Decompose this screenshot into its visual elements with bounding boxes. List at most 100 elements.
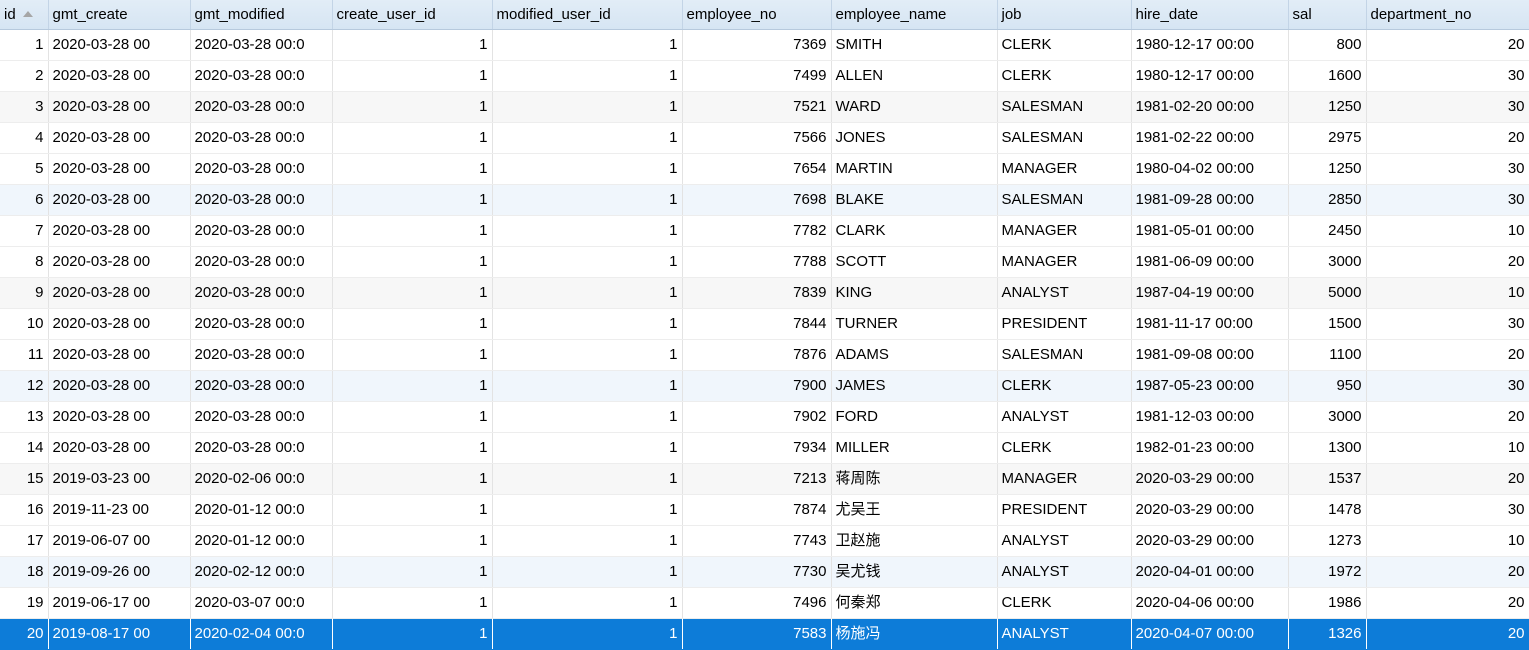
cell-gmt_create[interactable]: 2019-06-07 00 (48, 525, 191, 557)
cell-modified_user_id[interactable]: 1 (492, 618, 683, 650)
table-row[interactable]: 14 2020-03-28 00 2020-03-28 00:0 1 1 7934 MILL… (0, 432, 1529, 464)
cell-gmt_modified[interactable]: 2020-03-28 00:0 (190, 91, 333, 123)
cell-gmt_create[interactable]: 2020-03-28 00 (48, 153, 191, 185)
cell-department_no[interactable]: 20 (1366, 587, 1529, 619)
cell-gmt_create[interactable]: 2020-03-28 00 (48, 29, 191, 61)
table-row[interactable]: 7 2020-03-28 00 2020-03-28 00:0 1 1 7782 CLARK… (0, 215, 1529, 247)
cell-department_no[interactable]: 10 (1366, 277, 1529, 309)
cell-employee_no[interactable]: 7874 (682, 494, 832, 526)
cell-create_user_id[interactable]: 1 (332, 153, 493, 185)
cell-gmt_modified[interactable]: 2020-03-28 00:0 (190, 432, 333, 464)
cell-hire_date[interactable]: 1981-05-01 00:00 (1131, 215, 1289, 247)
table-row[interactable]: 15 2019-03-23 00 2020-02-06 00:0 1 1 7213 蒋周陈 M… (0, 463, 1529, 495)
column-header-employee_name[interactable]: employee_name (831, 0, 998, 30)
cell-job[interactable]: ANALYST (997, 556, 1132, 588)
cell-employee_name[interactable]: 吴尤钱 (831, 556, 998, 588)
cell-modified_user_id[interactable]: 1 (492, 215, 683, 247)
cell-hire_date[interactable]: 1980-12-17 00:00 (1131, 29, 1289, 61)
cell-gmt_modified[interactable]: 2020-03-28 00:0 (190, 401, 333, 433)
cell-job[interactable]: SALESMAN (997, 339, 1132, 371)
cell-modified_user_id[interactable]: 1 (492, 556, 683, 588)
column-header-create_user_id[interactable]: create_user_id (332, 0, 493, 30)
cell-employee_name[interactable]: JONES (831, 122, 998, 154)
cell-gmt_modified[interactable]: 2020-03-28 00:0 (190, 370, 333, 402)
cell-hire_date[interactable]: 2020-03-29 00:00 (1131, 463, 1289, 495)
cell-employee_name[interactable]: FORD (831, 401, 998, 433)
cell-modified_user_id[interactable]: 1 (492, 277, 683, 309)
cell-sal[interactable]: 3000 (1288, 246, 1367, 278)
cell-id[interactable]: 20 (0, 618, 49, 650)
cell-modified_user_id[interactable]: 1 (492, 60, 683, 92)
cell-job[interactable]: PRESIDENT (997, 308, 1132, 340)
cell-employee_name[interactable]: MARTIN (831, 153, 998, 185)
cell-create_user_id[interactable]: 1 (332, 339, 493, 371)
cell-job[interactable]: SALESMAN (997, 122, 1132, 154)
cell-modified_user_id[interactable]: 1 (492, 246, 683, 278)
cell-hire_date[interactable]: 1981-06-09 00:00 (1131, 246, 1289, 278)
cell-employee_name[interactable]: CLARK (831, 215, 998, 247)
cell-employee_no[interactable]: 7499 (682, 60, 832, 92)
cell-id[interactable]: 2 (0, 60, 49, 92)
cell-employee_name[interactable]: MILLER (831, 432, 998, 464)
cell-create_user_id[interactable]: 1 (332, 60, 493, 92)
cell-gmt_modified[interactable]: 2020-03-28 00:0 (190, 339, 333, 371)
cell-employee_name[interactable]: 杨施冯 (831, 618, 998, 650)
table-row[interactable]: 10 2020-03-28 00 2020-03-28 00:0 1 1 7844 TURN… (0, 308, 1529, 340)
column-header-id[interactable]: id (0, 0, 49, 30)
cell-sal[interactable]: 1300 (1288, 432, 1367, 464)
cell-employee_name[interactable]: BLAKE (831, 184, 998, 216)
cell-create_user_id[interactable]: 1 (332, 556, 493, 588)
cell-hire_date[interactable]: 2020-04-01 00:00 (1131, 556, 1289, 588)
cell-gmt_create[interactable]: 2020-03-28 00 (48, 277, 191, 309)
cell-job[interactable]: MANAGER (997, 215, 1132, 247)
cell-id[interactable]: 17 (0, 525, 49, 557)
cell-hire_date[interactable]: 1982-01-23 00:00 (1131, 432, 1289, 464)
cell-department_no[interactable]: 20 (1366, 122, 1529, 154)
cell-gmt_create[interactable]: 2020-03-28 00 (48, 432, 191, 464)
cell-id[interactable]: 16 (0, 494, 49, 526)
cell-sal[interactable]: 1537 (1288, 463, 1367, 495)
cell-sal[interactable]: 3000 (1288, 401, 1367, 433)
cell-sal[interactable]: 2975 (1288, 122, 1367, 154)
cell-modified_user_id[interactable]: 1 (492, 401, 683, 433)
cell-sal[interactable]: 1972 (1288, 556, 1367, 588)
cell-id[interactable]: 14 (0, 432, 49, 464)
table-row[interactable]: 4 2020-03-28 00 2020-03-28 00:0 1 1 7566 JONES… (0, 122, 1529, 154)
cell-department_no[interactable]: 30 (1366, 153, 1529, 185)
table-row[interactable]: 17 2019-06-07 00 2020-01-12 00:0 1 1 7743 卫赵施 A… (0, 525, 1529, 557)
cell-modified_user_id[interactable]: 1 (492, 339, 683, 371)
cell-job[interactable]: SALESMAN (997, 91, 1132, 123)
cell-employee_name[interactable]: 尤吴王 (831, 494, 998, 526)
cell-gmt_modified[interactable]: 2020-03-07 00:0 (190, 587, 333, 619)
cell-employee_name[interactable]: WARD (831, 91, 998, 123)
cell-employee_name[interactable]: 卫赵施 (831, 525, 998, 557)
cell-id[interactable]: 4 (0, 122, 49, 154)
cell-hire_date[interactable]: 1980-04-02 00:00 (1131, 153, 1289, 185)
cell-employee_no[interactable]: 7730 (682, 556, 832, 588)
cell-job[interactable]: ANALYST (997, 618, 1132, 650)
cell-employee_no[interactable]: 7788 (682, 246, 832, 278)
cell-id[interactable]: 9 (0, 277, 49, 309)
cell-create_user_id[interactable]: 1 (332, 215, 493, 247)
cell-gmt_create[interactable]: 2019-08-17 00 (48, 618, 191, 650)
cell-employee_no[interactable]: 7566 (682, 122, 832, 154)
cell-employee_name[interactable]: KING (831, 277, 998, 309)
cell-job[interactable]: CLERK (997, 29, 1132, 61)
cell-job[interactable]: PRESIDENT (997, 494, 1132, 526)
cell-employee_name[interactable]: ALLEN (831, 60, 998, 92)
cell-gmt_modified[interactable]: 2020-03-28 00:0 (190, 246, 333, 278)
cell-hire_date[interactable]: 1981-02-22 00:00 (1131, 122, 1289, 154)
cell-create_user_id[interactable]: 1 (332, 432, 493, 464)
result-grid[interactable]: id gmt_create gmt_modified create_user_id mo… (0, 0, 1529, 650)
cell-create_user_id[interactable]: 1 (332, 308, 493, 340)
cell-gmt_create[interactable]: 2019-03-23 00 (48, 463, 191, 495)
cell-department_no[interactable]: 10 (1366, 525, 1529, 557)
cell-department_no[interactable]: 30 (1366, 60, 1529, 92)
cell-employee_no[interactable]: 7369 (682, 29, 832, 61)
cell-gmt_create[interactable]: 2019-11-23 00 (48, 494, 191, 526)
cell-department_no[interactable]: 30 (1366, 91, 1529, 123)
cell-gmt_modified[interactable]: 2020-02-12 00:0 (190, 556, 333, 588)
table-row[interactable]: 19 2019-06-17 00 2020-03-07 00:0 1 1 7496 何秦郑 C… (0, 587, 1529, 619)
cell-modified_user_id[interactable]: 1 (492, 153, 683, 185)
cell-employee_name[interactable]: 蒋周陈 (831, 463, 998, 495)
